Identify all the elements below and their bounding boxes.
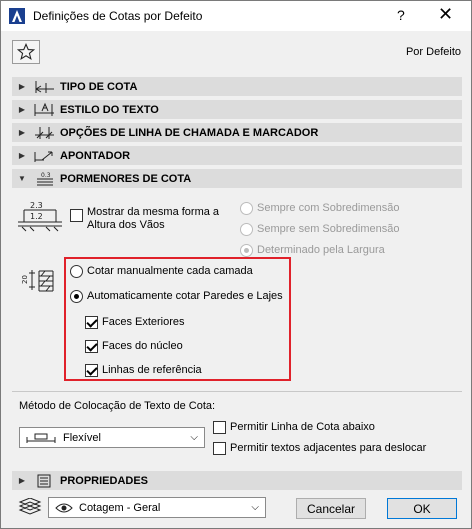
metodo-value: Flexível	[63, 431, 101, 444]
archicad-logo-icon	[9, 8, 25, 24]
favorites-button[interactable]	[12, 40, 40, 64]
sempre-sem-radio[interactable]	[240, 223, 253, 236]
sempre-com-label: Sempre com Sobredimensão	[257, 202, 400, 214]
section-label: PORMENORES DE COTA	[60, 172, 192, 185]
metodo-dropdown[interactable]: Flexível ⌵	[19, 427, 205, 448]
divider	[12, 391, 462, 392]
default-label: Por Defeito	[405, 46, 461, 58]
metodo-label: Método de Colocação de Texto de Cota:	[19, 400, 216, 412]
faces-exteriores-checkbox[interactable]	[85, 316, 98, 329]
permitir-textos-checkbox[interactable]	[213, 442, 226, 455]
cotar-auto-radio[interactable]	[70, 290, 83, 303]
sempre-sem-label: Sempre sem Sobredimensão	[257, 223, 400, 235]
help-button[interactable]: ?	[397, 7, 405, 23]
sempre-com-radio[interactable]	[240, 202, 253, 215]
icon-top-value: 2.3	[30, 201, 43, 210]
chevron-down-icon: ⌵	[190, 432, 198, 443]
window-title: Definições de Cotas por Defeito	[33, 9, 203, 23]
collapsed-arrow-icon: ▶	[18, 476, 26, 485]
flexible-text-icon	[26, 433, 56, 443]
layered-structure-icon: 20	[21, 270, 54, 292]
section-label: TIPO DE COTA	[60, 80, 138, 93]
determinado-largura-label: Determinado pela Largura	[257, 244, 385, 256]
faces-exteriores-label: Faces Exteriores	[102, 316, 185, 328]
section-tipo-cota[interactable]: ▶ TIPO DE COTA	[12, 77, 462, 96]
section-label: PROPRIEDADES	[60, 474, 149, 487]
layer-icon-value: 20	[21, 275, 29, 284]
cotar-auto-label: Automaticamente cotar Paredes e Lajes	[87, 290, 283, 302]
mostrar-label-line1: Mostrar da mesma forma a	[87, 206, 220, 218]
section-label: ESTILO DO TEXTO	[60, 103, 159, 116]
layers-icon	[18, 498, 42, 515]
linhas-referencia-label: Linhas de referência	[102, 364, 202, 376]
star-icon	[17, 43, 35, 61]
icon-bottom-value: 1.2	[30, 212, 43, 221]
collapsed-arrow-icon: ▶	[18, 151, 26, 160]
dialog-window: Definições de Cotas por Defeito ? ✕ Por …	[0, 0, 472, 529]
title-bar: Definições de Cotas por Defeito ? ✕	[1, 1, 471, 31]
determinado-largura-radio[interactable]	[240, 244, 253, 257]
collapsed-arrow-icon: ▶	[18, 128, 26, 137]
mostrar-mesma-forma-checkbox[interactable]	[70, 209, 83, 222]
opening-height-icon: 2.3 1.2	[18, 201, 62, 232]
cancel-button[interactable]: Cancelar	[296, 498, 366, 519]
linhas-referencia-checkbox[interactable]	[85, 364, 98, 377]
faces-nucleo-label: Faces do núcleo	[102, 340, 183, 352]
close-button[interactable]: ✕	[438, 4, 453, 25]
layer-value: Cotagem - Geral	[79, 501, 161, 514]
section-label: OPÇÕES DE LINHA DE CHAMADA E MARCADOR	[60, 126, 319, 139]
cotar-manual-label: Cotar manualmente cada camada	[87, 265, 253, 277]
permitir-linha-label: Permitir Linha de Cota abaixo	[230, 421, 375, 433]
collapsed-arrow-icon: ▶	[18, 105, 26, 114]
cotar-manual-radio[interactable]	[70, 265, 83, 278]
eye-icon	[55, 503, 73, 512]
svg-text:0.3: 0.3	[41, 172, 51, 179]
dimension-type-icon	[35, 80, 54, 93]
mostrar-label-line2: Altura dos Vãos	[87, 219, 165, 231]
faces-nucleo-checkbox[interactable]	[85, 340, 98, 353]
section-opcoes-chamada[interactable]: ▶ OPÇÕES DE LINHA DE CHAMADA E MARCADOR	[12, 123, 462, 142]
section-label: APONTADOR	[60, 149, 131, 162]
extension-line-icon	[35, 126, 54, 139]
permitir-linha-checkbox[interactable]	[213, 421, 226, 434]
text-style-icon	[34, 102, 54, 116]
section-estilo-texto[interactable]: ▶ ESTILO DO TEXTO	[12, 100, 462, 119]
collapsed-arrow-icon: ▶	[18, 82, 26, 91]
pointer-icon	[34, 151, 53, 162]
ok-button[interactable]: OK	[387, 498, 457, 519]
dimension-details-icon: 0.3	[37, 172, 53, 185]
section-apontador[interactable]: ▶ APONTADOR	[12, 146, 462, 165]
chevron-down-icon: ⌵	[251, 502, 259, 513]
properties-list-icon	[37, 474, 51, 487]
section-propriedades[interactable]: ▶ PROPRIEDADES	[12, 471, 462, 490]
permitir-textos-label: Permitir textos adjacentes para deslocar	[230, 442, 427, 454]
layer-dropdown[interactable]: Cotagem - Geral ⌵	[48, 497, 266, 518]
section-pormenores[interactable]: ▼ 0.3 PORMENORES DE COTA	[12, 169, 462, 188]
expanded-arrow-icon: ▼	[18, 174, 26, 183]
